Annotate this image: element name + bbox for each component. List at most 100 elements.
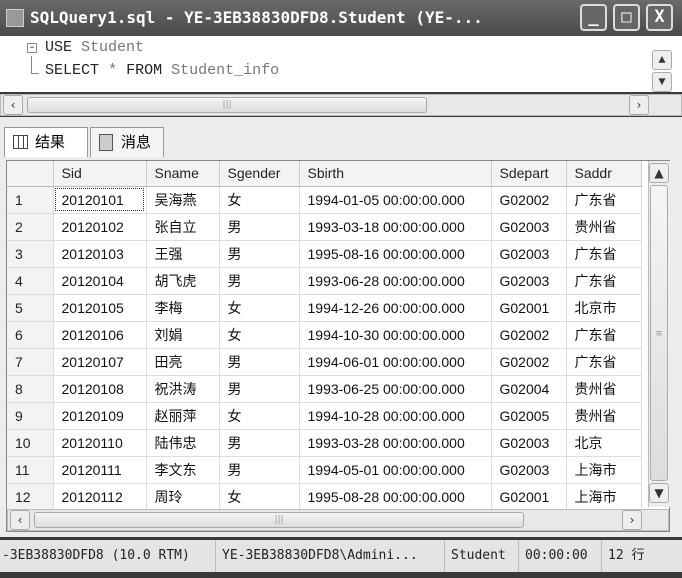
table-cell[interactable]: 女 bbox=[219, 402, 300, 430]
table-cell[interactable]: 赵丽萍 bbox=[146, 402, 220, 430]
table-cell[interactable]: 20120103 bbox=[53, 240, 147, 268]
table-cell[interactable]: G02002 bbox=[491, 348, 567, 376]
column-header[interactable]: Sdepart bbox=[491, 161, 567, 187]
table-row[interactable]: 5 20120105 李梅女 1994-12-26 00:00:00.000 G0200… bbox=[7, 294, 642, 322]
scroll-up-button[interactable]: ▲ bbox=[649, 163, 669, 183]
table-cell[interactable]: 20120110 bbox=[53, 429, 147, 457]
table-cell[interactable]: 1994-01-05 00:00:00.000 bbox=[299, 186, 492, 214]
table-cell[interactable]: 李梅 bbox=[146, 294, 220, 322]
table-cell[interactable]: G02003 bbox=[491, 429, 567, 457]
table-row[interactable]: 4 20120104 胡飞虎男 1993-06-28 00:00:00.000 G020… bbox=[7, 267, 642, 295]
column-header[interactable]: Sid bbox=[53, 161, 147, 187]
table-cell[interactable]: 男 bbox=[219, 267, 300, 295]
row-number[interactable]: 8 bbox=[7, 375, 54, 403]
table-cell[interactable]: 吴海燕 bbox=[146, 186, 220, 214]
table-row[interactable]: 9 20120109 赵丽萍女 1994-10-28 00:00:00.000 G020… bbox=[7, 402, 642, 430]
table-cell[interactable]: 1994-10-30 00:00:00.000 bbox=[299, 321, 492, 349]
table-cell[interactable]: 1995-08-16 00:00:00.000 bbox=[299, 240, 492, 268]
editor-horizontal-scrollbar[interactable]: ‹ ||| › bbox=[0, 94, 682, 116]
table-cell[interactable]: 女 bbox=[219, 186, 300, 214]
table-row[interactable]: 12 20120112 周玲女 1995-08-28 00:00:00.000 G020… bbox=[7, 483, 642, 511]
table-cell[interactable]: 田亮 bbox=[146, 348, 220, 376]
table-cell[interactable]: 男 bbox=[219, 375, 300, 403]
tab-messages[interactable]: 消息 bbox=[90, 127, 164, 157]
table-cell[interactable]: 广东省 bbox=[566, 186, 642, 214]
table-row[interactable]: 3 20120103 王强男 1995-08-16 00:00:00.000 G0200… bbox=[7, 240, 642, 268]
table-cell[interactable]: 20120107 bbox=[53, 348, 147, 376]
table-row[interactable]: 1 20120101 吴海燕女 1994-01-05 00:00:00.000 G020… bbox=[7, 186, 642, 214]
table-cell[interactable]: 20120105 bbox=[53, 294, 147, 322]
grid-horizontal-scrollbar[interactable]: ‹ ||| › bbox=[7, 509, 669, 531]
row-number[interactable]: 6 bbox=[7, 321, 54, 349]
table-cell[interactable]: 贵州省 bbox=[566, 375, 642, 403]
close-button[interactable]: X bbox=[646, 4, 673, 31]
grid-vertical-scrollbar[interactable]: ▲ ≡ ▼ bbox=[648, 161, 670, 507]
table-cell[interactable]: G02005 bbox=[491, 402, 567, 430]
table-cell[interactable]: 男 bbox=[219, 240, 300, 268]
row-number[interactable]: 2 bbox=[7, 213, 54, 241]
table-cell[interactable]: 广东省 bbox=[566, 348, 642, 376]
table-cell[interactable]: 北京 bbox=[566, 429, 642, 457]
scroll-left-button[interactable]: ‹ bbox=[3, 95, 23, 115]
table-cell[interactable]: 1995-08-28 00:00:00.000 bbox=[299, 483, 492, 511]
table-cell[interactable]: 20120112 bbox=[53, 483, 147, 511]
table-cell[interactable]: 男 bbox=[219, 429, 300, 457]
column-header[interactable]: Saddr bbox=[566, 161, 642, 187]
table-cell[interactable]: 20120109 bbox=[53, 402, 147, 430]
query-editor[interactable]: − USE Student SELECT * FROM Student_info… bbox=[0, 36, 682, 92]
table-cell[interactable]: 张自立 bbox=[146, 213, 220, 241]
table-cell[interactable]: 女 bbox=[219, 321, 300, 349]
table-cell[interactable]: 1993-06-28 00:00:00.000 bbox=[299, 267, 492, 295]
column-header[interactable]: Sgender bbox=[219, 161, 300, 187]
table-cell[interactable]: G02001 bbox=[491, 294, 567, 322]
collapse-icon[interactable]: − bbox=[27, 43, 37, 53]
table-cell[interactable]: 胡飞虎 bbox=[146, 267, 220, 295]
table-cell[interactable]: 李文东 bbox=[146, 456, 220, 484]
table-cell[interactable]: 男 bbox=[219, 456, 300, 484]
table-row[interactable]: 11 20120111 李文东男 1994-05-01 00:00:00.000 G02… bbox=[7, 456, 642, 484]
table-cell[interactable]: 男 bbox=[219, 213, 300, 241]
table-cell[interactable]: 贵州省 bbox=[566, 402, 642, 430]
table-cell[interactable]: 20120108 bbox=[53, 375, 147, 403]
scroll-down-button[interactable]: ▼ bbox=[649, 483, 669, 503]
row-number[interactable]: 12 bbox=[7, 483, 54, 511]
row-number[interactable]: 7 bbox=[7, 348, 54, 376]
table-cell[interactable]: 王强 bbox=[146, 240, 220, 268]
scroll-thumb[interactable]: ||| bbox=[27, 97, 427, 113]
scroll-left-button[interactable]: ‹ bbox=[10, 510, 30, 530]
scroll-thumb[interactable]: ≡ bbox=[650, 185, 668, 481]
table-cell[interactable]: 20120101 bbox=[53, 186, 147, 214]
scroll-up-button[interactable]: ▲ bbox=[652, 50, 672, 70]
minimize-button[interactable]: _ bbox=[580, 4, 607, 31]
table-cell[interactable]: 广东省 bbox=[566, 267, 642, 295]
table-row[interactable]: 2 20120102 张自立男 1993-03-18 00:00:00.000 G020… bbox=[7, 213, 642, 241]
table-cell[interactable]: G02003 bbox=[491, 213, 567, 241]
table-row[interactable]: 10 20120110 陆伟忠男 1993-03-28 00:00:00.000 G02… bbox=[7, 429, 642, 457]
row-number[interactable]: 10 bbox=[7, 429, 54, 457]
table-cell[interactable]: 北京市 bbox=[566, 294, 642, 322]
table-cell[interactable]: 刘娟 bbox=[146, 321, 220, 349]
table-row[interactable]: 8 20120108 祝洪涛男 1993-06-25 00:00:00.000 G020… bbox=[7, 375, 642, 403]
table-cell[interactable]: 20120104 bbox=[53, 267, 147, 295]
table-cell[interactable]: G02001 bbox=[491, 483, 567, 511]
column-header[interactable]: Sbirth bbox=[299, 161, 492, 187]
table-cell[interactable]: G02004 bbox=[491, 375, 567, 403]
results-grid[interactable]: Sid Sname Sgender Sbirth Sdepart Saddr 1… bbox=[6, 160, 670, 532]
table-row[interactable]: 6 20120106 刘娟女 1994-10-30 00:00:00.000 G0200… bbox=[7, 321, 642, 349]
table-cell[interactable]: 20120102 bbox=[53, 213, 147, 241]
column-header[interactable]: Sname bbox=[146, 161, 220, 187]
row-number[interactable]: 1 bbox=[7, 186, 54, 214]
table-cell[interactable]: 1993-03-28 00:00:00.000 bbox=[299, 429, 492, 457]
table-cell[interactable]: 1993-03-18 00:00:00.000 bbox=[299, 213, 492, 241]
row-number[interactable]: 11 bbox=[7, 456, 54, 484]
table-cell[interactable]: 上海市 bbox=[566, 456, 642, 484]
table-cell[interactable]: 20120111 bbox=[53, 456, 147, 484]
table-cell[interactable]: 女 bbox=[219, 294, 300, 322]
table-cell[interactable]: G02003 bbox=[491, 456, 567, 484]
table-cell[interactable]: 1994-06-01 00:00:00.000 bbox=[299, 348, 492, 376]
scroll-thumb[interactable]: ||| bbox=[34, 512, 524, 528]
table-cell[interactable]: G02003 bbox=[491, 240, 567, 268]
table-cell[interactable]: 1994-12-26 00:00:00.000 bbox=[299, 294, 492, 322]
row-number[interactable]: 9 bbox=[7, 402, 54, 430]
row-number[interactable]: 4 bbox=[7, 267, 54, 295]
